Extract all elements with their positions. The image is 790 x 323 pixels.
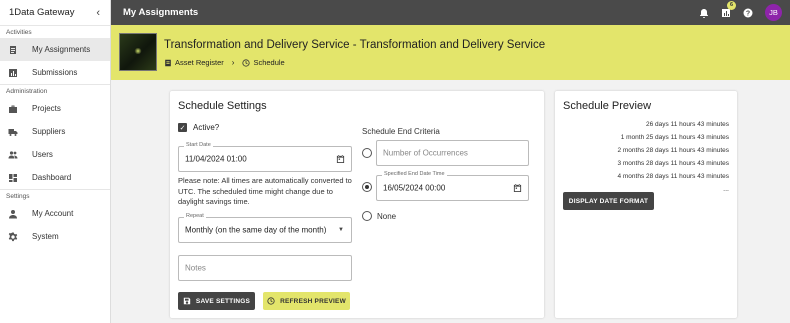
refresh-preview-button[interactable]: REFRESH PREVIEW xyxy=(263,292,350,310)
notification-badge: 6 xyxy=(727,0,736,10)
person-icon xyxy=(7,208,18,219)
display-date-format-label: DISPLAY DATE FORMAT xyxy=(568,197,649,205)
breadcrumb-asset-register[interactable]: Asset Register xyxy=(164,58,224,67)
sidebar-item-suppliers[interactable]: Suppliers xyxy=(0,120,110,143)
calendar-icon[interactable] xyxy=(336,154,345,164)
sidebar-item-label: My Assignments xyxy=(32,45,91,54)
help-icon[interactable]: ? xyxy=(743,8,753,18)
radio-occurrences[interactable] xyxy=(362,148,372,158)
people-icon xyxy=(7,149,18,160)
list-item: 26 days 11 hours 43 minutes xyxy=(646,121,729,128)
tasks-icon[interactable]: 6 xyxy=(721,0,736,18)
section-activities: Activities xyxy=(0,25,110,38)
top-bar-actions: 6 ? JB xyxy=(699,0,782,25)
clock-icon xyxy=(267,297,275,305)
sidebar-item-label: System xyxy=(32,232,59,241)
avatar[interactable]: JB xyxy=(765,4,782,21)
gear-icon xyxy=(7,231,18,242)
schedule-settings-title: Schedule Settings xyxy=(178,100,267,112)
notes-field[interactable]: Notes xyxy=(178,255,352,281)
list-item: 3 months 28 days 11 hours 43 minutes xyxy=(617,160,729,167)
briefcase-icon xyxy=(7,103,18,114)
asset-thumbnail xyxy=(119,33,157,71)
end-criteria-title: Schedule End Criteria xyxy=(362,127,440,136)
page-title: My Assignments xyxy=(123,7,199,18)
sidebar-item-label: My Account xyxy=(32,209,74,218)
clock-icon xyxy=(242,58,251,67)
occurrences-field[interactable]: Number of Occurrences xyxy=(376,140,529,166)
schedule-preview-title: Schedule Preview xyxy=(563,100,652,112)
end-date-value: 16/05/2024 00:00 xyxy=(383,183,446,193)
start-date-label: Start Date xyxy=(184,142,213,148)
svg-text:?: ? xyxy=(746,10,750,17)
app-brand: 1Data Gateway ‹ xyxy=(0,0,110,25)
register-icon xyxy=(165,59,171,66)
app-name: 1Data Gateway xyxy=(9,7,75,18)
calendar-icon[interactable] xyxy=(513,183,522,193)
start-date-value: 11/04/2024 01:00 xyxy=(185,154,247,164)
sidebar-item-projects[interactable]: Projects xyxy=(0,97,110,120)
chart-icon xyxy=(7,67,18,78)
none-label: None xyxy=(377,212,397,221)
sidebar-item-my-assignments[interactable]: My Assignments xyxy=(0,38,110,61)
sidebar-item-label: Users xyxy=(32,150,53,159)
sidebar-item-users[interactable]: Users xyxy=(0,143,110,166)
schedule-settings-card: Schedule Settings ✓ Active? Start Date 1… xyxy=(170,91,544,318)
end-date-label: Specified End Date Time xyxy=(382,171,447,177)
sidebar-item-label: Suppliers xyxy=(32,127,66,136)
sidebar-item-submissions[interactable]: Submissions xyxy=(0,61,110,84)
section-settings: Settings xyxy=(0,189,110,202)
list-item: 1 month 25 days 11 hours 43 minutes xyxy=(620,134,729,141)
page-header: Transformation and Delivery Service - Tr… xyxy=(111,25,790,80)
breadcrumb-schedule[interactable]: Schedule xyxy=(242,58,285,67)
dashboard-icon xyxy=(7,172,18,183)
truck-icon xyxy=(7,126,18,137)
sidebar-item-label: Submissions xyxy=(32,68,78,77)
header-title: Transformation and Delivery Service - Tr… xyxy=(164,39,546,51)
sidebar: 1Data Gateway ‹ Activities My Assignment… xyxy=(0,0,111,323)
sidebar-item-dashboard[interactable]: Dashboard xyxy=(0,166,110,189)
section-administration: Administration xyxy=(0,84,110,97)
repeat-select[interactable]: Repeat Monthly (on the same day of the m… xyxy=(178,213,352,243)
breadcrumb-label: Schedule xyxy=(253,58,285,67)
list-item: 2 months 28 days 11 hours 43 minutes xyxy=(617,147,729,154)
breadcrumb-label: Asset Register xyxy=(175,58,224,67)
checkbox-checked-icon: ✓ xyxy=(178,123,187,132)
sidebar-item-my-account[interactable]: My Account xyxy=(0,202,110,225)
list-item: 4 months 28 days 11 hours 43 minutes xyxy=(617,173,729,180)
utc-note: Please note: All times are automatically… xyxy=(178,176,352,206)
display-date-format-button[interactable]: DISPLAY DATE FORMAT xyxy=(563,192,654,210)
bell-icon[interactable] xyxy=(699,8,709,18)
chevron-left-icon[interactable]: ‹ xyxy=(96,7,100,19)
repeat-value: Monthly (on the same day of the month) xyxy=(185,225,327,235)
end-date-field[interactable]: Specified End Date Time 16/05/2024 00:00 xyxy=(376,171,529,201)
assignment-icon xyxy=(7,44,18,55)
sidebar-item-label: Dashboard xyxy=(32,173,72,182)
save-icon xyxy=(183,297,191,305)
radio-end-date[interactable] xyxy=(362,182,372,192)
occurrences-placeholder: Number of Occurrences xyxy=(383,148,468,158)
sidebar-item-label: Projects xyxy=(32,104,61,113)
radio-none[interactable] xyxy=(362,211,372,221)
active-label: Active? xyxy=(193,123,220,132)
sidebar-item-system[interactable]: System xyxy=(0,225,110,248)
schedule-preview-card: Schedule Preview 26 days 11 hours 43 min… xyxy=(555,91,737,318)
top-bar: My Assignments 6 ? JB xyxy=(111,0,790,25)
notes-placeholder: Notes xyxy=(185,263,206,273)
preview-list: 26 days 11 hours 43 minutes 1 month 25 d… xyxy=(617,118,729,196)
start-date-field[interactable]: Start Date 11/04/2024 01:00 xyxy=(178,142,352,172)
chevron-right-icon: › xyxy=(231,58,235,67)
refresh-preview-label: REFRESH PREVIEW xyxy=(280,297,346,305)
repeat-label: Repeat xyxy=(184,213,206,219)
active-checkbox[interactable]: ✓ Active? xyxy=(178,123,219,132)
dropdown-arrow-icon: ▼ xyxy=(338,227,344,233)
save-settings-button[interactable]: SAVE SETTINGS xyxy=(178,292,255,310)
save-settings-label: SAVE SETTINGS xyxy=(195,297,251,305)
breadcrumb: Asset Register › Schedule xyxy=(164,58,285,67)
